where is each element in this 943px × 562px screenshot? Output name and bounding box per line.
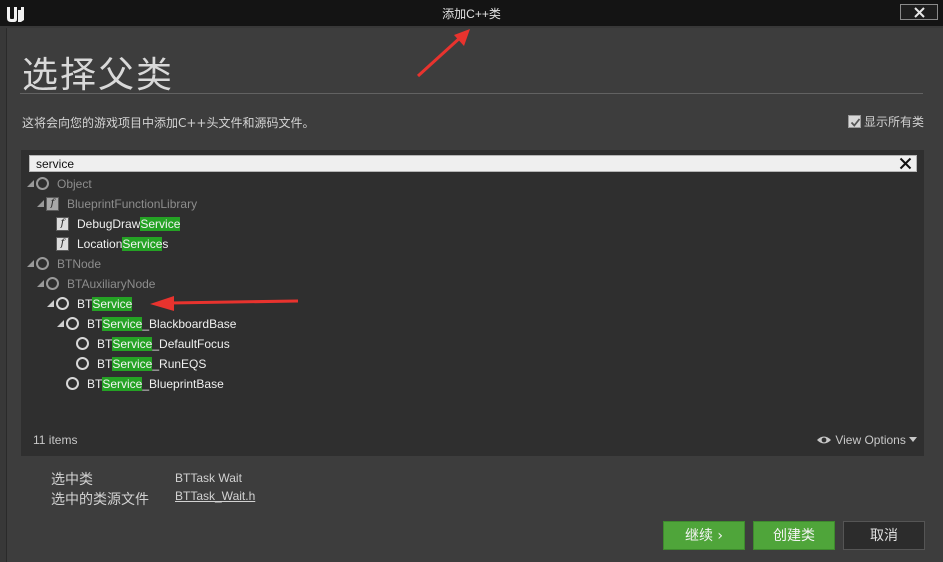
search-match-highlight: Service [112,337,153,351]
search-input[interactable]: service [29,155,917,172]
tree-row[interactable]: BTService_BlackboardBase [57,314,457,334]
chevron-down-icon [909,437,918,442]
class-icon [36,177,49,190]
search-match-highlight: Service [112,357,153,371]
eye-icon [817,436,831,444]
class-icon [36,257,49,270]
tree-row[interactable]: f BlueprintFunctionLibrary [37,194,437,214]
tree-row[interactable]: f DebugDrawService [47,214,447,234]
tree-row-label: BTAuxiliaryNode [67,274,155,294]
label-text: BT [87,317,103,331]
label-text: BlueprintFunctionLibrary [67,197,198,211]
function-library-icon: f [56,217,69,231]
description-text: 这将会向您的游戏项目中添加C++头文件和源码文件。 [22,116,315,130]
expand-arrow-icon[interactable] [37,200,44,207]
window-title: 添加C++类 [442,7,501,21]
class-icon [46,277,59,290]
tree-row-label: BlueprintFunctionLibrary [67,194,197,214]
tree-row[interactable]: BTNode [27,254,427,274]
function-library-icon: f [46,197,59,211]
search-match-highlight: Service [140,217,181,231]
tree-row-label: Object [57,174,92,194]
search-match-highlight: Service [102,377,143,391]
class-icon [66,377,79,390]
tree-row[interactable]: BTService_RunEQS [67,354,467,374]
tree-row-label: BTService [77,294,133,314]
expand-arrow-icon[interactable] [27,180,34,187]
expand-arrow-icon[interactable] [37,280,44,287]
label-text: Location [77,237,123,251]
label-text: BT [77,297,93,311]
page-title: 选择父类 [22,55,175,96]
label-text: DebugDraw [77,217,141,231]
expand-arrow-icon[interactable] [57,320,64,327]
search-value[interactable]: service [36,157,74,171]
clear-search-icon[interactable] [899,157,912,170]
selected-class-label: 选中类 [51,472,93,488]
class-icon [76,357,89,370]
class-icon [66,317,79,330]
label-text: BT [87,377,103,391]
search-match-highlight: Service [102,317,143,331]
tree-row-label: BTNode [57,254,101,274]
label-text: s [162,237,169,251]
label-text: BT [97,357,113,371]
label-text: Object [57,177,92,191]
tree-row-label: DebugDrawService [77,214,181,234]
annotation-arrow-btservice [150,296,299,311]
search-match-highlight: Service [122,237,163,251]
search-match-highlight: Service [92,297,133,311]
show-all-checkbox[interactable] [848,115,861,128]
class-icon [56,297,69,310]
class-icon [76,337,89,350]
expand-arrow-icon[interactable] [47,300,54,307]
tree-row-label: LocationServices [77,234,168,254]
title-divider [20,93,923,94]
tree-row[interactable]: f LocationServices [47,234,447,254]
show-all-label: 显示所有类 [864,115,925,129]
function-library-icon: f [56,237,69,251]
create-class-button[interactable]: 创建类 [753,521,835,550]
item-count: 11 items [33,433,78,447]
label-text: BTAuxiliaryNode [67,277,156,291]
view-options-button[interactable]: View Options [816,433,918,447]
label-text: BTNode [57,257,102,271]
tree-row[interactable]: BTService_BlueprintBase [57,374,457,394]
selected-class-value: BTTask Wait [175,471,242,485]
selected-source-link[interactable]: BTTask_Wait.h [175,489,255,503]
tree-row-label: BTService_BlackboardBase [87,314,236,334]
show-all-classes-toggle[interactable]: 显示所有类 [848,113,924,130]
view-options-label: View Options [835,433,906,447]
tree-row[interactable]: BTAuxiliaryNode [37,274,437,294]
tree-row[interactable]: Object [27,174,427,194]
tree-row-label: BTService_BlueprintBase [87,374,224,394]
close-icon [914,7,925,18]
label-text: _BlackboardBase [142,317,237,331]
label-text: _RunEQS [152,357,207,371]
label-text: BT [97,337,113,351]
tree-row-label: BTService_RunEQS [97,354,206,374]
tree-row-label: BTService_DefaultFocus [97,334,230,354]
close-button[interactable] [900,4,938,20]
checkmark-icon [850,118,861,127]
title-bar: 添加C++类 [0,0,943,26]
expand-arrow-icon[interactable] [27,260,34,267]
cancel-button[interactable]: 取消 [843,521,925,550]
label-text: _BlueprintBase [142,377,224,391]
tree-row[interactable]: BTService_DefaultFocus [67,334,467,354]
annotation-arrow-title [416,29,470,78]
label-text: _DefaultFocus [152,337,230,351]
selected-source-label: 选中的类源文件 [51,492,149,508]
continue-button[interactable]: 继续 › [663,521,745,550]
